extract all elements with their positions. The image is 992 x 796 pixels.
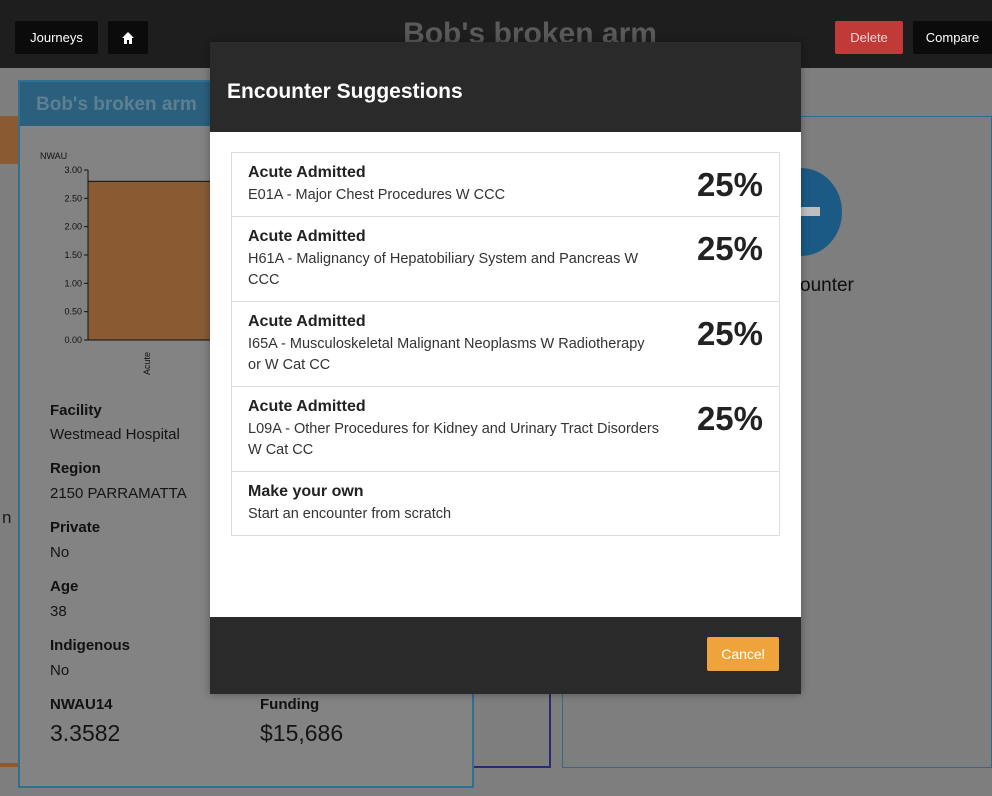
- suggestion-item[interactable]: Acute Admitted E01A - Major Chest Proced…: [232, 153, 779, 217]
- nwau-value: 3.3582: [50, 720, 121, 746]
- plus-icon: [800, 207, 820, 216]
- suggestion-item[interactable]: Acute Admitted H61A - Malignancy of Hepa…: [232, 217, 779, 302]
- funding-label: Funding: [260, 696, 320, 713]
- region-value: 2150 PARRAMATTA: [50, 485, 187, 502]
- compare-button[interactable]: Compare: [913, 21, 992, 54]
- suggestion-percentage: 25%: [696, 400, 763, 437]
- region-label: Region: [50, 460, 101, 477]
- y-tick-label: 2.00: [64, 222, 82, 232]
- age-value: 38: [50, 603, 67, 620]
- nwau-label: NWAU14: [50, 696, 113, 713]
- suggestion-type: Acute Admitted: [248, 313, 366, 330]
- y-tick-label: 3.00: [64, 165, 82, 175]
- suggestion-type: Acute Admitted: [248, 164, 366, 181]
- facility-value: Westmead Hospital: [50, 426, 180, 443]
- cancel-button[interactable]: Cancel: [707, 637, 779, 671]
- left-accent-strip: [0, 116, 18, 164]
- modal-footer: Cancel: [210, 617, 801, 694]
- y-tick-label: 1.00: [64, 278, 82, 288]
- suggestion-description: I65A - Musculoskeletal Malignant Neoplas…: [248, 336, 645, 373]
- age-label: Age: [50, 578, 79, 595]
- make-your-own-item[interactable]: Make your own Start an encounter from sc…: [232, 472, 779, 535]
- add-encounter-label: ounter: [800, 275, 854, 296]
- suggestion-item[interactable]: Acute Admitted L09A - Other Procedures f…: [232, 387, 779, 472]
- y-tick-label: 0.50: [64, 307, 82, 317]
- funding-value: $15,686: [260, 720, 344, 746]
- suggestion-percentage: 25%: [696, 315, 763, 352]
- indigenous-label: Indigenous: [50, 637, 130, 654]
- y-tick-label: 2.50: [64, 193, 82, 203]
- private-value: No: [50, 544, 70, 561]
- encounter-suggestions-modal: Encounter Suggestions Acute Admitted E01…: [210, 42, 801, 694]
- delete-button[interactable]: Delete: [835, 21, 903, 54]
- make-your-own-title: Make your own: [248, 483, 364, 500]
- home-button[interactable]: [108, 21, 148, 54]
- suggestion-list: Acute Admitted E01A - Major Chest Proced…: [231, 152, 780, 536]
- suggestion-percentage: 25%: [696, 166, 763, 203]
- x-tick-label: Acute: [142, 352, 152, 375]
- make-your-own-description: Start an encounter from scratch: [248, 506, 452, 522]
- home-icon: [122, 32, 134, 44]
- private-label: Private: [50, 519, 101, 536]
- suggestion-type: Acute Admitted: [248, 228, 366, 245]
- y-tick-label: 1.50: [64, 250, 82, 260]
- suggestion-description: E01A - Major Chest Procedures W CCC: [248, 187, 506, 203]
- connector-line-horizontal: [474, 766, 551, 768]
- modal-title: Encounter Suggestions: [227, 80, 463, 103]
- suggestion-description: H61A - Malignancy of Hepatobiliary Syste…: [248, 251, 639, 288]
- y-tick-label: 0.00: [64, 335, 82, 345]
- journey-card-title: Bob's broken arm: [36, 94, 197, 115]
- left-partial-text: n: [2, 508, 12, 527]
- facility-label: Facility: [50, 402, 102, 419]
- suggestion-item[interactable]: Acute Admitted I65A - Musculoskeletal Ma…: [232, 302, 779, 387]
- journeys-button[interactable]: Journeys: [15, 21, 98, 54]
- indigenous-value: No: [50, 662, 70, 679]
- suggestion-percentage: 25%: [696, 230, 763, 267]
- y-axis-label: NWAU: [40, 151, 67, 161]
- suggestion-description: L09A - Other Procedures for Kidney and U…: [248, 421, 660, 458]
- modal-header: Encounter Suggestions: [210, 42, 801, 132]
- suggestion-type: Acute Admitted: [248, 398, 366, 415]
